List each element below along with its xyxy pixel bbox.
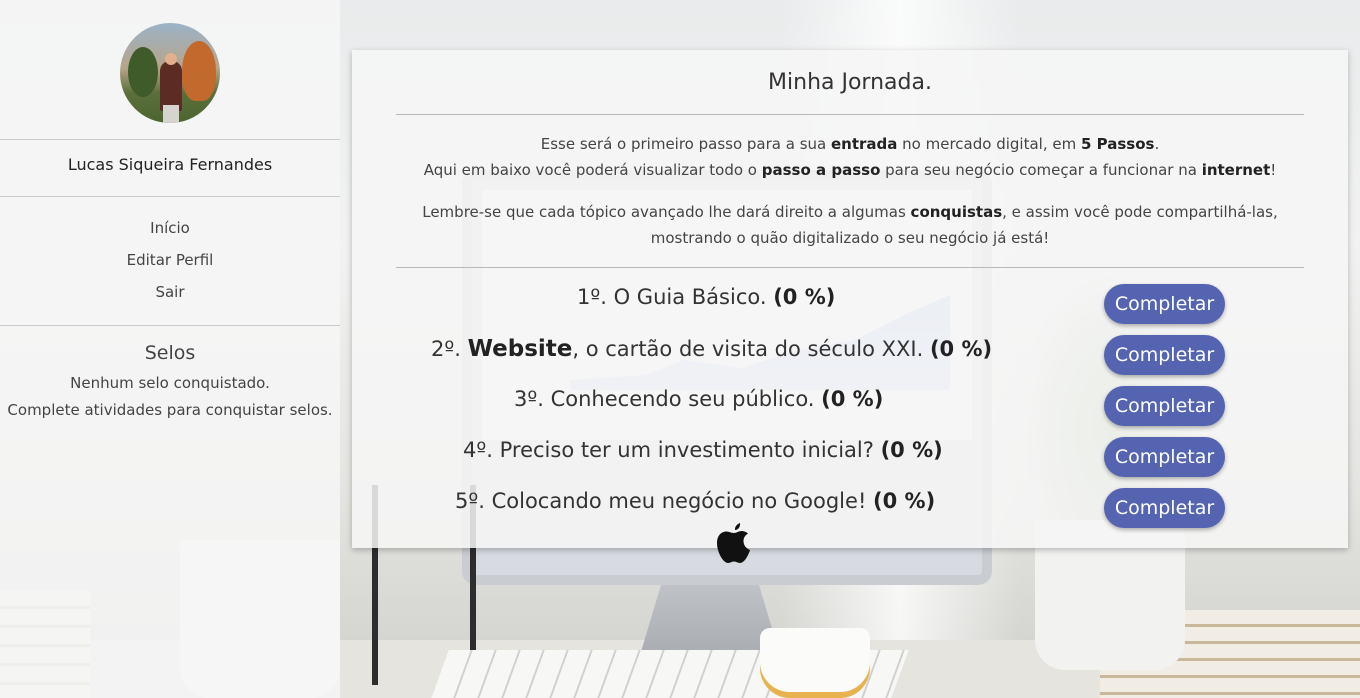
avatar [120,23,220,123]
step-progress: (0 %) [873,489,936,513]
step-title-text: 1º. O Guia Básico. [577,285,774,309]
apple-logo-icon [717,523,750,563]
selos-empty-text: Nenhum selo conquistado. [70,374,270,392]
intro-text: ! [1270,161,1277,179]
avatar-head [165,53,177,65]
sidebar-divider [0,139,340,140]
avatar-tree-left [128,47,158,97]
avatar-legs [163,105,179,123]
sidebar-divider [0,325,340,326]
intro-text: no mercado digital, em [897,135,1081,153]
avatar-person [160,61,182,111]
intro-emphasis: 5 Passos [1080,135,1155,153]
card-divider [396,114,1304,115]
coffee-mug [760,628,870,698]
intro-text: mostrando o quão digitalizado o seu negó… [650,229,1050,247]
step-1-title: 1º. O Guia Básico. (0 %) [577,285,835,309]
intro-paragraph-2: Lembre-se que cada tópico avançado lhe d… [382,199,1318,251]
intro-emphasis: passo a passo [761,161,881,179]
intro-text: Esse será o primeiro passo para a sua [540,135,831,153]
step-title-text: 4º. Preciso ter um investimento inicial? [463,438,881,462]
intro-emphasis: entrada [831,135,898,153]
monitor-stand [640,585,780,655]
complete-step-5-button[interactable]: Completar [1104,488,1225,528]
intro-emphasis: conquistas [910,203,1003,221]
step-4-title: 4º. Preciso ter um investimento inicial?… [463,438,943,462]
sidebar-divider [0,196,340,197]
avatar-tree-right [182,41,216,101]
step-title-text: 5º. Colocando meu negócio no Google! [455,489,874,513]
intro-text: , e assim você pode compartilhá-las, [1002,203,1278,221]
complete-step-4-button[interactable]: Completar [1104,437,1225,477]
step-title-text: 2º. [431,337,468,361]
step-progress: (0 %) [929,337,993,361]
journey-card: Minha Jornada. Esse será o primeiro pass… [352,50,1348,548]
step-title-text: , o cartão de visita do século XXI. [572,337,930,361]
step-progress: (0 %) [773,285,836,309]
step-5-title: 5º. Colocando meu negócio no Google! (0 … [455,489,935,513]
intro-paragraph-1: Esse será o primeiro passo para a sua en… [382,131,1318,183]
step-title-text: 3º. Conhecendo seu público. [514,387,822,411]
step-progress: (0 %) [821,387,884,411]
user-name: Lucas Siqueira Fernandes [67,155,273,174]
step-progress: (0 %) [880,438,943,462]
nav-item-sair[interactable]: Sair [0,281,340,313]
intro-emphasis: internet [1201,161,1271,179]
step-3-title: 3º. Conhecendo seu público. (0 %) [514,387,883,411]
intro-text: Aqui em baixo você poderá visualizar tod… [423,161,762,179]
sidebar-nav: Início Editar Perfil Sair [0,217,340,313]
intro-text: . [1154,135,1160,153]
nav-item-inicio[interactable]: Início [0,217,340,249]
complete-step-3-button[interactable]: Completar [1104,386,1225,426]
sidebar: Lucas Siqueira Fernandes Início Editar P… [0,0,340,698]
intro-text: Lembre-se que cada tópico avançado lhe d… [422,203,911,221]
page-title: Minha Jornada. [768,70,932,95]
complete-step-1-button[interactable]: Completar [1104,284,1225,324]
card-divider [396,267,1304,268]
step-title-emphasis: Website [467,336,573,362]
selos-hint-text: Complete atividades para conquistar selo… [7,401,333,419]
intro-text: para seu negócio começar a funcionar na [880,161,1202,179]
step-2-title: 2º. Website, o cartão de visita do sécul… [431,336,992,362]
complete-step-2-button[interactable]: Completar [1104,335,1225,375]
nav-item-editar-perfil[interactable]: Editar Perfil [0,249,340,281]
selos-title: Selos [144,342,196,364]
